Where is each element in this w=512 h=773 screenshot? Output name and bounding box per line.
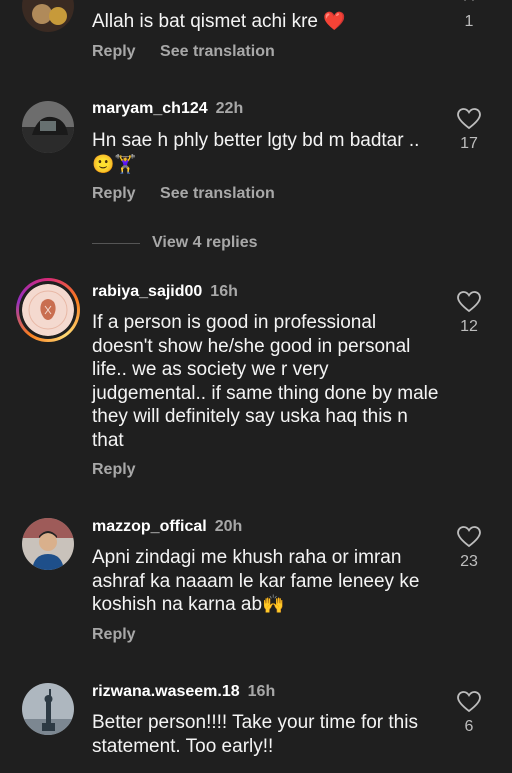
emoji: 🙂🏋️‍♀️ — [92, 153, 137, 175]
timestamp: 16h — [247, 683, 276, 700]
comment-text: Hn sae h phly better lgty bd m badtar ..… — [92, 130, 420, 175]
red-heart-emoji: ❤️ — [323, 11, 346, 32]
comment-text: Apni zindagi me khush raha or imran ashr… — [92, 547, 420, 615]
reply-button[interactable]: Reply — [92, 626, 136, 643]
heart-outline-icon[interactable] — [457, 526, 481, 548]
username[interactable]: maryam_ch124 — [92, 100, 208, 117]
comment-actions: Reply — [92, 625, 136, 645]
comment-actions: Reply See translation — [92, 184, 275, 204]
comment-text: Allah is bat qismet achi kre ❤️ — [92, 11, 346, 32]
view-replies-label: View 4 replies — [152, 234, 258, 251]
divider-line — [92, 242, 140, 244]
like-area: 12 — [452, 291, 486, 337]
reply-button[interactable]: Reply — [92, 43, 136, 60]
timestamp: 20h — [214, 518, 243, 535]
raised-hands-emoji: 🙌 — [262, 594, 285, 615]
comment-meta: rabiya_sajid00 16h — [92, 282, 238, 302]
story-ring[interactable] — [16, 278, 80, 342]
username[interactable]: rizwana.waseem.18 — [92, 683, 240, 700]
like-count: 17 — [460, 135, 478, 152]
view-replies-button[interactable]: View 4 replies — [92, 232, 258, 254]
comment-meta: mazzop_offical 20h — [92, 517, 242, 537]
like-area: 1 — [452, 0, 486, 32]
timestamp: 16h — [210, 283, 238, 300]
comment-meta: rizwana.waseem.18 16h — [92, 682, 275, 702]
comment-text: Better person!!!! Take your time for thi… — [92, 712, 418, 757]
reply-button[interactable]: Reply — [92, 185, 136, 202]
like-area: 23 — [452, 526, 486, 572]
comments-feed: Allah is bat qismet achi kre ❤️ Reply Se… — [0, 0, 512, 773]
avatar[interactable] — [22, 683, 74, 735]
see-translation-button[interactable]: See translation — [160, 43, 275, 60]
like-count: 1 — [464, 13, 474, 30]
comment-text: If a person is good in professional does… — [92, 312, 439, 451]
like-count: 12 — [460, 318, 478, 335]
like-count: 6 — [464, 718, 474, 735]
avatar — [22, 284, 74, 336]
comment-meta: maryam_ch124 22h — [92, 99, 243, 119]
like-area: 6 — [452, 691, 486, 737]
avatar[interactable] — [22, 0, 74, 32]
timestamp: 22h — [215, 100, 244, 117]
heart-outline-icon[interactable] — [457, 691, 481, 713]
username[interactable]: mazzop_offical — [92, 518, 207, 535]
comment-actions: Reply See translation — [92, 42, 275, 62]
avatar[interactable] — [22, 518, 74, 570]
like-area: 17 — [452, 108, 486, 154]
heart-outline-icon[interactable] — [457, 108, 481, 130]
chevron-up-icon[interactable] — [457, 0, 481, 8]
like-count: 23 — [460, 553, 478, 570]
comment-actions: Reply — [92, 460, 136, 480]
see-translation-button[interactable]: See translation — [160, 185, 275, 202]
avatar[interactable] — [22, 101, 74, 153]
reply-button[interactable]: Reply — [92, 461, 136, 478]
username[interactable]: rabiya_sajid00 — [92, 283, 202, 300]
heart-outline-icon[interactable] — [457, 291, 481, 313]
